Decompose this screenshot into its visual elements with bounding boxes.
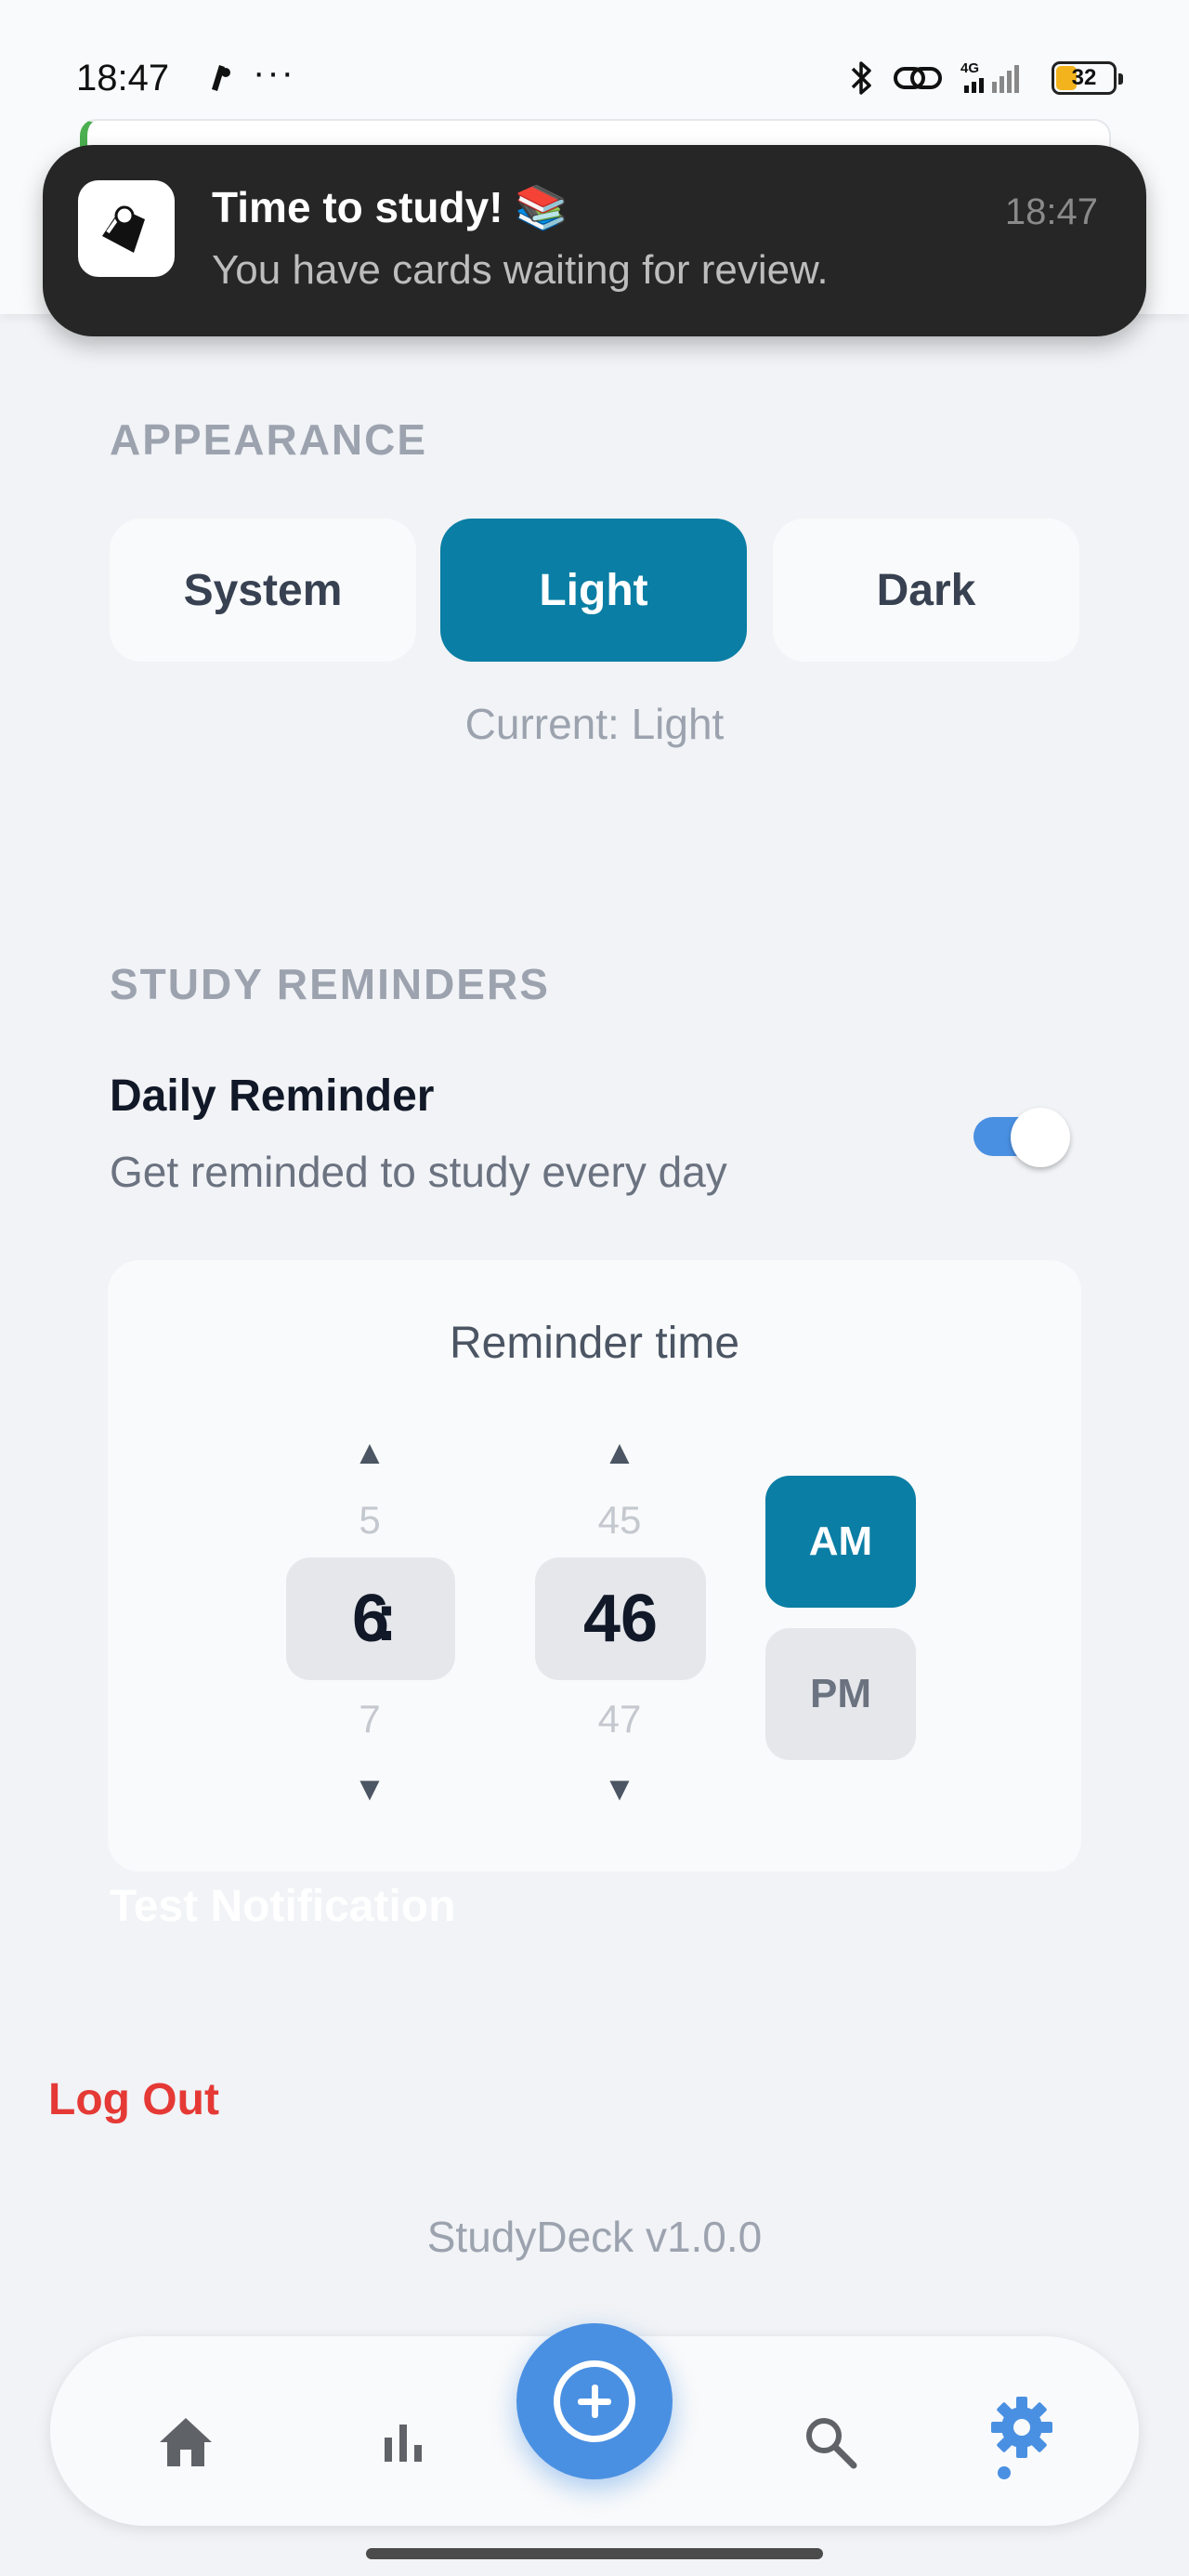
status-bar: 18:47 ··· 4G 32 <box>0 37 1189 121</box>
minute-next-value[interactable]: 47 <box>536 1697 703 1741</box>
search-icon <box>806 2418 857 2469</box>
minute-down-arrow[interactable]: ▼ <box>573 1769 666 1808</box>
appearance-section-title: APPEARANCE <box>110 415 428 464</box>
bluetooth-icon <box>847 58 875 99</box>
hour-value[interactable]: 6 <box>286 1557 455 1680</box>
stats-icon <box>385 2425 422 2462</box>
home-indicator[interactable] <box>366 2548 823 2559</box>
hour-up-arrow[interactable]: ▲ <box>323 1433 416 1472</box>
nav-stats[interactable] <box>368 2405 442 2479</box>
am-button[interactable]: AM <box>765 1476 916 1608</box>
theme-option-system[interactable]: System <box>110 519 416 662</box>
daily-reminder-toggle[interactable] <box>973 1108 1070 1167</box>
status-time: 18:47 <box>76 58 170 99</box>
app-version: StudyDeck v1.0.0 <box>426 2213 763 2261</box>
status-icons: 4G 32 <box>847 58 1123 99</box>
reminder-time-title: Reminder time <box>449 1319 740 1368</box>
signal-icon: 4G <box>960 58 1035 99</box>
hour-next-value[interactable]: 7 <box>286 1697 453 1741</box>
more-notifications-icon: ··· <box>253 52 295 93</box>
notification-banner[interactable]: Time to study! 📚 You have cards waiting … <box>43 145 1146 336</box>
daily-reminder-subtitle: Get reminded to study every day <box>110 1148 727 1196</box>
add-deck-button[interactable] <box>516 2323 673 2479</box>
theme-option-dark[interactable]: Dark <box>773 519 1079 662</box>
hour-prev-value[interactable]: 5 <box>286 1498 453 1543</box>
active-nav-indicator <box>998 2466 1011 2479</box>
add-icon <box>554 2360 635 2442</box>
hour-down-arrow[interactable]: ▼ <box>323 1769 416 1808</box>
theme-option-light[interactable]: Light <box>440 519 747 662</box>
link-icon <box>892 59 944 97</box>
minute-up-arrow[interactable]: ▲ <box>573 1433 666 1472</box>
test-notification-button[interactable]: Test Notification <box>110 1881 455 1932</box>
minute-value[interactable]: 46 <box>535 1557 706 1680</box>
nav-settings[interactable] <box>985 2390 1059 2464</box>
minute-prev-value[interactable]: 45 <box>536 1498 703 1543</box>
battery-icon: 32 <box>1052 61 1123 95</box>
study-reminders-section-title: STUDY REMINDERS <box>110 960 550 1008</box>
daily-reminder-title: Daily Reminder <box>110 1071 435 1121</box>
time-separator: : <box>375 1581 398 1655</box>
pm-button[interactable]: PM <box>765 1628 916 1760</box>
settings-icon <box>991 2397 1052 2458</box>
battery-level: 32 <box>1071 65 1097 90</box>
svg-text:4G: 4G <box>960 60 979 76</box>
app-logo-icon <box>78 180 175 277</box>
nav-home[interactable] <box>149 2405 223 2479</box>
nav-search[interactable] <box>793 2405 868 2479</box>
logout-button[interactable]: Log Out <box>48 2074 219 2125</box>
app-notification-icon <box>206 61 234 93</box>
notification-title: Time to study! 📚 <box>212 183 568 231</box>
notification-time: 18:47 <box>1004 191 1098 232</box>
notification-body: You have cards waiting for review. <box>212 247 829 293</box>
home-icon <box>160 2418 212 2466</box>
toggle-knob <box>1011 1108 1070 1167</box>
current-theme-label: Current: Light <box>464 700 725 748</box>
